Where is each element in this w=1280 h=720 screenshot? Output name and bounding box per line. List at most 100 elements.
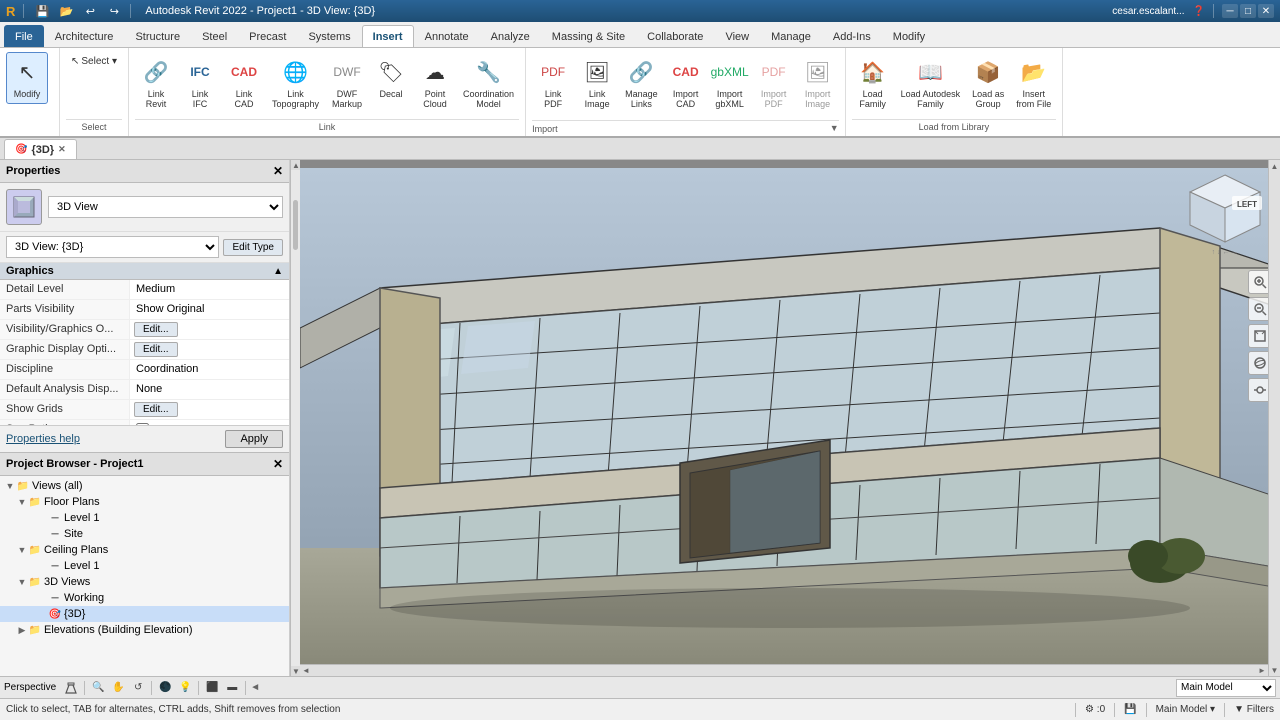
manage-links-btn[interactable]: 🔗 ManageLinks [620, 52, 663, 114]
scroll-top-arrow[interactable]: ▲ [1269, 160, 1280, 172]
tab-precast[interactable]: Precast [238, 25, 297, 47]
tab-modify[interactable]: Modify [882, 25, 936, 47]
view-tab-3d[interactable]: 🎯 {3D} ✕ [4, 139, 77, 159]
tab-massing[interactable]: Massing & Site [541, 25, 636, 47]
dwf-markup-btn[interactable]: DWF DWFMarkup [326, 52, 368, 114]
quick-redo[interactable]: ↪ [104, 2, 124, 20]
detail-level-value[interactable]: Medium [130, 280, 289, 299]
link-cad-btn[interactable]: CAD LinkCAD [223, 52, 265, 114]
import-cad-btn[interactable]: CAD ImportCAD [665, 52, 707, 114]
view-name-select[interactable]: 3D View: {3D} [6, 236, 219, 258]
tab-3d-label: {3D} [31, 144, 54, 156]
model-filter[interactable]: Main Model ▾ [1156, 704, 1216, 715]
quick-undo[interactable]: ↩ [80, 2, 100, 20]
perspective-btn[interactable] [62, 679, 80, 697]
view-type-select[interactable]: 3D View [48, 196, 283, 218]
tab-steel[interactable]: Steel [191, 25, 238, 47]
vis-graphics-edit-btn[interactable]: Edit... [134, 322, 178, 337]
nav-cube[interactable]: LEFT ↑ ↓ ← → [1180, 170, 1270, 260]
tree-elevations[interactable]: ▶ 📁 Elevations (Building Elevation) [0, 622, 289, 638]
coordination-model-btn[interactable]: 🔧 CoordinationModel [458, 52, 519, 114]
select-btn[interactable]: ↖ Select ▾ [66, 52, 122, 71]
tree-ceiling-plans[interactable]: ▼ 📁 Ceiling Plans [0, 542, 289, 558]
tree-views-all[interactable]: ▼ 📁 Views (all) [0, 478, 289, 494]
zoom-btn[interactable]: 🔍 [89, 679, 107, 697]
link-image-btn[interactable]: 🖼 LinkImage [576, 52, 618, 114]
tab-architecture[interactable]: Architecture [44, 25, 125, 47]
restore-btn[interactable]: □ [1240, 4, 1256, 18]
close-btn[interactable]: ✕ [1258, 4, 1274, 18]
load-autodesk-family-btn[interactable]: 📖 Load AutodeskFamily [896, 52, 966, 114]
close-tab-btn[interactable]: ✕ [58, 144, 66, 155]
filter-btn[interactable]: ▼ Filters [1234, 704, 1274, 715]
tab-view[interactable]: View [714, 25, 760, 47]
properties-close-btn[interactable]: ✕ [273, 164, 283, 178]
link-ifc-btn[interactable]: IFC LinkIFC [179, 52, 221, 114]
tab-addins[interactable]: Add-Ins [822, 25, 882, 47]
import-more-btn[interactable]: ▼ [830, 123, 839, 133]
import-gbxml-btn[interactable]: gbXML ImportgbXML [709, 52, 751, 114]
toggle-elevations[interactable]: ▶ [16, 625, 28, 636]
link-revit-btn[interactable]: 🔗 LinkRevit [135, 52, 177, 114]
left-panel-scrollbar[interactable]: ▲ ▼ [290, 160, 300, 676]
graphic-display-edit-btn[interactable]: Edit... [134, 342, 178, 357]
tree-level1-floor[interactable]: ─ Level 1 [0, 510, 289, 526]
scroll-bottom-arrow[interactable]: ▼ [1269, 664, 1280, 676]
show-grids-edit-btn[interactable]: Edit... [134, 402, 178, 417]
tab-structure[interactable]: Structure [124, 25, 191, 47]
shadow-btn[interactable]: 🌑 [156, 679, 174, 697]
toggle-3d-views[interactable]: ▼ [16, 577, 28, 587]
edit-type-btn[interactable]: Edit Type [223, 239, 283, 256]
bb-sep-2 [151, 681, 152, 695]
scroll-right-arrow[interactable]: ► [1256, 665, 1268, 677]
collapse-graphics-btn[interactable]: ▲ [273, 266, 283, 277]
quick-open[interactable]: 📂 [56, 2, 76, 20]
render-btn[interactable]: 💡 [176, 679, 194, 697]
apply-btn[interactable]: Apply [225, 430, 283, 448]
model-selector[interactable]: Main Model [1176, 679, 1276, 697]
scroll-left-arrow[interactable]: ◄ [300, 665, 312, 677]
point-cloud-btn[interactable]: ☁ PointCloud [414, 52, 456, 114]
decal-btn[interactable]: 🏷 Decal [370, 52, 412, 104]
scroll-thumb[interactable] [293, 200, 298, 250]
import-image-btn[interactable]: 🖼 ImportImage [797, 52, 839, 114]
thin-lines-btn[interactable]: ▬ [223, 679, 241, 697]
minimize-btn[interactable]: ─ [1222, 4, 1238, 18]
quick-save[interactable]: 💾 [32, 2, 52, 20]
toggle-floor-plans[interactable]: ▼ [16, 497, 28, 507]
tree-3d-current[interactable]: 🎯 {3D} [0, 606, 289, 622]
tree-site[interactable]: ─ Site [0, 526, 289, 542]
tab-analyze[interactable]: Analyze [480, 25, 541, 47]
load-as-group-btn[interactable]: 📦 Load asGroup [967, 52, 1009, 114]
main-scrollbar-vertical[interactable]: ▲ ▼ [1268, 160, 1280, 676]
tab-manage[interactable]: Manage [760, 25, 822, 47]
toggle-views-all[interactable]: ▼ [4, 481, 16, 491]
toggle-ceiling-plans[interactable]: ▼ [16, 545, 28, 555]
tree-3d-views[interactable]: ▼ 📁 3D Views [0, 574, 289, 590]
tab-systems[interactable]: Systems [297, 25, 361, 47]
tree-working[interactable]: ─ Working [0, 590, 289, 606]
tab-annotate[interactable]: Annotate [414, 25, 480, 47]
parts-visibility-value[interactable]: Show Original [130, 300, 289, 319]
tab-file[interactable]: File [4, 25, 44, 47]
discipline-value[interactable]: Coordination [130, 360, 289, 379]
pb-header: Project Browser - Project1 ✕ [0, 453, 289, 476]
main-scrollbar-horizontal[interactable]: ◄ ► [300, 664, 1268, 676]
tree-level1-ceiling[interactable]: ─ Level 1 [0, 558, 289, 574]
rotate-btn[interactable]: ↺ [129, 679, 147, 697]
insert-from-file-btn[interactable]: 📂 Insertfrom File [1011, 52, 1056, 114]
tab-collaborate[interactable]: Collaborate [636, 25, 714, 47]
properties-help-link[interactable]: Properties help [6, 433, 80, 445]
link-pdf-btn[interactable]: PDF LinkPDF [532, 52, 574, 114]
help-btn[interactable]: ❓ [1193, 6, 1205, 17]
crop-btn[interactable]: ⬛ [203, 679, 221, 697]
tree-floor-plans[interactable]: ▼ 📁 Floor Plans [0, 494, 289, 510]
load-family-btn[interactable]: 🏠 LoadFamily [852, 52, 894, 114]
modify-btn[interactable]: ↖ Modify [6, 52, 48, 104]
import-pdf-btn[interactable]: PDF ImportPDF [753, 52, 795, 114]
link-topo-btn[interactable]: 🌐 LinkTopography [267, 52, 324, 114]
pb-close-btn[interactable]: ✕ [273, 457, 283, 471]
workset-indicator[interactable]: ⚙ :0 [1085, 704, 1105, 715]
tab-insert[interactable]: Insert [362, 25, 414, 47]
pan-btn[interactable]: ✋ [109, 679, 127, 697]
